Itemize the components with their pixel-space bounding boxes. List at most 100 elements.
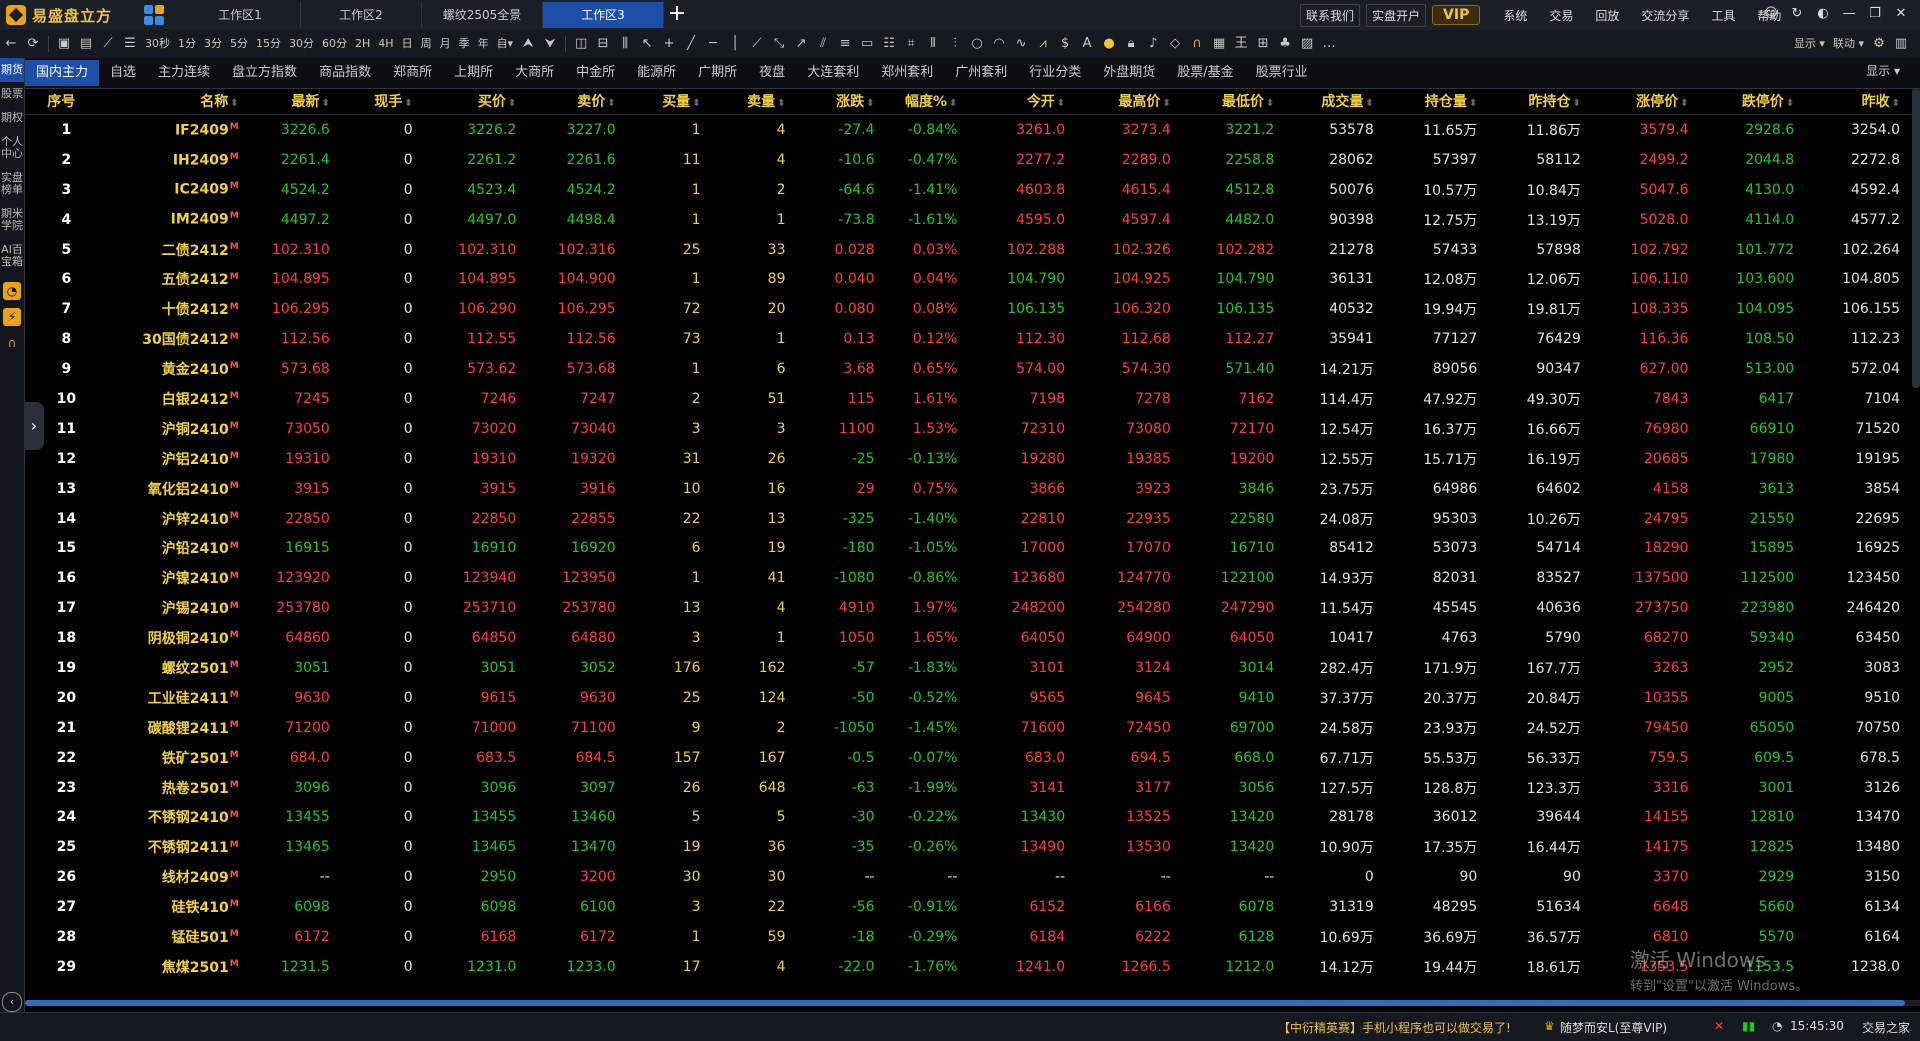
bell-icon[interactable]: ♪ [1142,33,1164,55]
lock-icon[interactable]: 🔒︎ [1120,33,1142,55]
column-header-17[interactable]: 跌停价 ⬍ [1698,88,1805,115]
zigzag-icon[interactable]: ⩘ [1032,33,1054,55]
menu-replay[interactable]: 回放 [1595,7,1619,24]
h-line-icon[interactable]: ─ [702,33,724,55]
user-icon[interactable]: ☺ [1758,3,1784,27]
group-icon[interactable]: ♣ [1274,33,1296,55]
display-select[interactable]: 显示 ▾ [1790,33,1829,55]
column-header-4[interactable]: 买价 ⬍ [422,88,527,115]
sort-icon[interactable]: ⬍ [1892,98,1900,109]
layout-icon[interactable]: ⊟ [592,33,614,55]
arc-icon[interactable]: ◠ [988,33,1010,55]
table-row[interactable]: 20 工业硅2411M 9630 0 9615 9630 25 124 -50 -0.52% 956… [25,683,1910,713]
chart-icon[interactable]: ⟋ [97,33,119,55]
menu-tools[interactable]: 工具 [1711,7,1735,24]
category-tab-10[interactable]: 广期所 [687,60,748,86]
price-icon[interactable]: $ [1054,33,1076,55]
refresh-icon[interactable]: ⟳ [22,33,44,55]
table-row[interactable]: 21 碳酸锂2411M 71200 0 71000 71100 9 2 -1050 -1.45% 7… [25,713,1910,743]
sort-icon[interactable]: ⬍ [866,98,874,109]
sort-icon[interactable]: ⬍ [777,98,785,109]
grid-icon[interactable]: ⊞ [1252,33,1274,55]
cursor-icon[interactable]: ↖ [636,33,658,55]
quote-icon[interactable]: ☰ [119,33,141,55]
category-tab-18[interactable]: 股票行业 [1245,60,1319,86]
fib-icon[interactable]: ☷ [878,33,900,55]
sort-icon[interactable]: ⬍ [1057,98,1065,109]
period-button-8[interactable]: 4H [374,33,397,55]
column-header-3[interactable]: 现手 ⬍ [339,88,423,115]
status-ticker[interactable]: 【中衍精英赛】手机小程序也可以做交易了! [1278,1019,1511,1036]
disconnect-icon[interactable]: ✕ [1714,1019,1724,1033]
vip-badge[interactable]: VIP [1432,5,1481,25]
minimize-icon[interactable]: — [1836,3,1862,27]
period-button-0[interactable]: 30秒 [141,33,174,55]
eraser-icon[interactable]: ◇ [1164,33,1186,55]
sort-icon[interactable]: ⬍ [1469,98,1477,109]
category-tab-5[interactable]: 郑商所 [382,60,443,86]
left-nav-item-4[interactable]: 实盘榜单 [0,166,24,202]
table-row[interactable]: 26 线材2409M -- 0 2950 3200 30 30 -- -- -- -- -- 0 90 90 3… [25,862,1910,892]
user-name[interactable]: 随梦而安L(至尊VIP) [1560,1019,1667,1036]
workspace-tab-4[interactable]: 工作区3 [543,2,664,28]
tiles-icon[interactable]: ▥ [1890,33,1912,55]
table-row[interactable]: 14 沪锌2410M 22850 0 22850 22855 22 13 -325 -1.40% 2… [25,504,1910,534]
table-row[interactable]: 18 阴极铜2410M 64860 0 64850 64880 3 1 1050 1.65% 640… [25,623,1910,653]
table-row[interactable]: 8 30国债2412M 112.56 0 112.55 112.56 73 1 0.13 0.12… [25,324,1910,354]
column-header-6[interactable]: 买量 ⬍ [625,88,711,115]
category-tab-15[interactable]: 行业分类 [1018,60,1092,86]
sort-icon[interactable]: ⬍ [1365,98,1373,109]
settings-icon[interactable]: ⚙ [1868,33,1890,55]
table-row[interactable]: 25 不锈钢2411M 13465 0 13465 13470 19 36 -35 -0.26% 1… [25,832,1910,862]
brand-label[interactable]: 交易之家 [1862,1019,1910,1036]
column-header-5[interactable]: 卖价 ⬍ [526,88,626,115]
line-icon[interactable]: ╱ [680,33,702,55]
scrollbar-thumb[interactable] [25,1000,1905,1006]
column-header-8[interactable]: 涨跌 ⬍ [795,88,885,115]
cycle-icon[interactable]: ⦀ [922,33,944,55]
expand-left-icon[interactable]: ‹ [2,992,22,1012]
wave-icon[interactable]: ∿ [1010,33,1032,55]
category-tab-8[interactable]: 中金所 [565,60,626,86]
ray-icon[interactable]: ⟋ [746,33,768,55]
table-row[interactable]: 7 十债2412M 106.295 0 106.290 106.295 72 20 0.080 0… [25,294,1910,324]
column-header-14[interactable]: 持仓量 ⬍ [1383,88,1488,115]
table-row[interactable]: 10 白银2412M 7245 0 7246 7247 2 51 115 1.61% 7198 727… [25,384,1910,414]
headset-icon[interactable]: ∩ [3,334,21,352]
bars-icon[interactable]: ⫶ [944,33,966,55]
table-row[interactable]: 22 铁矿2501M 684.0 0 683.5 684.5 157 167 -0.5 -0.07… [25,743,1910,773]
folder-icon[interactable]: ▤ [75,33,97,55]
custom-period-select[interactable]: 自▾ [493,33,518,55]
arrow-line-icon[interactable]: ↗ [790,33,812,55]
sort-icon[interactable]: ⬍ [1680,98,1688,109]
category-tab-13[interactable]: 郑州套利 [870,60,944,86]
category-tab-12[interactable]: 大连套利 [796,60,870,86]
period-button-11[interactable]: 月 [436,33,455,55]
table-row[interactable]: 24 不锈钢2410M 13455 0 13455 13460 5 5 -30 -0.22% 134… [25,802,1910,832]
table-row[interactable]: 27 硅铁410M 6098 0 6098 6100 3 22 -56 -0.91% 6152 616… [25,892,1910,922]
period-button-10[interactable]: 周 [417,33,436,55]
period-button-4[interactable]: 15分 [252,33,285,55]
category-tab-6[interactable]: 上期所 [443,60,504,86]
table-row[interactable]: 17 沪锡2410M 253780 0 253710 253780 13 4 4910 1.97%… [25,593,1910,623]
column-header-10[interactable]: 今开 ⬍ [967,88,1076,115]
clock-icon[interactable]: ◔ [3,282,21,300]
sort-icon[interactable]: ⬍ [692,98,700,109]
menu-share[interactable]: 交流分享 [1641,7,1689,24]
table-row[interactable]: 4 IM2409M 4497.2 0 4497.0 4498.4 1 1 -73.8 -1.61%… [25,205,1910,235]
text-icon[interactable]: A [1076,33,1098,55]
workspace-tab-3[interactable]: 螺纹2505全景 [422,2,543,28]
column-header-2[interactable]: 最新 ⬍ [248,88,340,115]
left-nav-item-6[interactable]: AI百宝箱 [0,238,24,274]
category-tab-11[interactable]: 夜盘 [748,60,796,86]
rect-icon[interactable]: ▭ [856,33,878,55]
channel-icon[interactable]: ≡ [834,33,856,55]
column-header-13[interactable]: 成交量 ⬍ [1284,88,1384,115]
period-button-13[interactable]: 年 [474,33,493,55]
restore-icon[interactable]: ❐ [1862,3,1888,27]
more-icon[interactable]: … [1318,33,1340,55]
column-header-16[interactable]: 涨停价 ⬍ [1590,88,1699,115]
cross-icon[interactable]: + [658,33,680,55]
open-account-button[interactable]: 实盘开户 [1366,3,1427,27]
sort-icon[interactable]: ⬍ [404,98,412,109]
